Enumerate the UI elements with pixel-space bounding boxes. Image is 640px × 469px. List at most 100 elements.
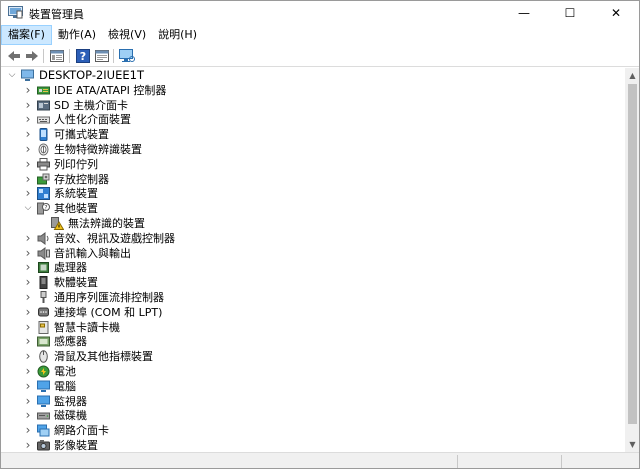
tree-item-label: 影像裝置 (54, 439, 98, 452)
title-bar: 裝置管理員 — ☐ ✕ (1, 1, 639, 25)
tree-root[interactable]: ⌵ DESKTOP-2IUEE1T (1, 68, 601, 83)
back-button[interactable] (5, 48, 23, 64)
tree-item-label: 磁碟機 (54, 409, 87, 422)
close-button[interactable]: ✕ (593, 1, 639, 25)
tree-category[interactable]: › 通用序列匯流排控制器 (1, 290, 601, 305)
tree-category[interactable]: › 電池 (1, 364, 601, 379)
scan-hardware-button[interactable] (118, 48, 136, 64)
chevron-right-icon[interactable]: › (23, 260, 33, 274)
chevron-right-icon[interactable]: › (23, 379, 33, 393)
smartcard-icon (38, 321, 49, 334)
forward-button[interactable] (23, 48, 41, 64)
chevron-right-icon[interactable]: › (23, 157, 33, 171)
biometric-icon (38, 143, 49, 156)
tree-category[interactable]: › 處理器 (1, 260, 601, 275)
chevron-right-icon[interactable]: › (23, 423, 33, 437)
battery-icon (37, 365, 50, 378)
system-device-icon (37, 187, 50, 200)
scroll-thumb[interactable] (628, 84, 637, 424)
chevron-right-icon[interactable]: › (23, 290, 33, 304)
chevron-right-icon[interactable]: › (23, 438, 33, 452)
maximize-button[interactable]: ☐ (547, 1, 593, 25)
chevron-right-icon[interactable]: › (23, 98, 33, 112)
properties-icon (50, 50, 64, 62)
tree-category[interactable]: › 電腦 (1, 379, 601, 394)
chevron-right-icon[interactable]: › (23, 112, 33, 126)
tree-category[interactable]: › 網路介面卡 (1, 423, 601, 438)
tree-category[interactable]: › 生物特徵辨識裝置 (1, 142, 601, 157)
scroll-down-button[interactable]: ▼ (625, 437, 639, 452)
scroll-up-button[interactable]: ▲ (625, 68, 639, 83)
tree-category[interactable]: › 系統裝置 (1, 186, 601, 201)
network-adapter-icon (37, 424, 50, 437)
chevron-right-icon[interactable]: › (23, 349, 33, 363)
device-tree[interactable]: ⌵ DESKTOP-2IUEE1T › IDE ATA/ATAPI 控制器 › SD … (1, 68, 625, 452)
chevron-right-icon[interactable]: › (23, 275, 33, 289)
tree-category[interactable]: › 音訊輸入與輸出 (1, 246, 601, 261)
chevron-right-icon[interactable]: › (23, 364, 33, 378)
chevron-right-icon[interactable]: › (23, 394, 33, 408)
tree-category[interactable]: › 人性化介面裝置 (1, 112, 601, 127)
tree-category[interactable]: › 影像裝置 (1, 438, 601, 452)
tree-category[interactable]: › 感應器 (1, 334, 601, 349)
tree-item-label: 音訊輸入與輸出 (54, 247, 131, 260)
tree-category[interactable]: › 可攜式裝置 (1, 127, 601, 142)
tree-category[interactable]: › 智慧卡讀卡機 (1, 320, 601, 335)
back-icon (8, 51, 20, 61)
svg-text:?: ? (80, 50, 86, 63)
tree-category[interactable]: › 滑鼠及其他指標裝置 (1, 349, 601, 364)
device-manager-app-icon (8, 6, 23, 19)
tree-item-label: IDE ATA/ATAPI 控制器 (54, 84, 167, 97)
tree-category[interactable]: › 存放控制器 (1, 172, 601, 187)
menu-help[interactable]: 說明(H) (152, 25, 203, 45)
device-manager-window: 裝置管理員 — ☐ ✕ 檔案(F) 動作(A) 檢視(V) 說明(H) ? ⌵ … (0, 0, 640, 469)
chevron-right-icon[interactable]: › (23, 172, 33, 186)
tree-category[interactable]: › 音效、視訊及遊戲控制器 (1, 231, 601, 246)
svg-text:?: ? (44, 204, 47, 211)
imaging-device-icon (37, 440, 50, 451)
tree-category[interactable]: › SD 主機介面卡 (1, 98, 601, 113)
chevron-right-icon[interactable]: › (23, 246, 33, 260)
view-icon (95, 50, 109, 62)
printer-icon (37, 158, 50, 171)
tree-device[interactable]: 無法辨識的裝置 (1, 216, 601, 231)
chevron-right-icon[interactable]: › (23, 408, 33, 422)
view-button[interactable] (93, 48, 111, 64)
chevron-right-icon[interactable]: › (23, 231, 33, 245)
chevron-right-icon[interactable]: › (23, 305, 33, 319)
ide-controller-icon (37, 86, 50, 95)
toolbar-separator (43, 49, 44, 63)
mouse-icon (39, 350, 48, 363)
minimize-button[interactable]: — (501, 1, 547, 25)
tree-category[interactable]: › 軟體裝置 (1, 275, 601, 290)
menu-view[interactable]: 檢視(V) (102, 25, 152, 45)
vertical-scrollbar[interactable]: ▲ ▼ (625, 68, 639, 452)
window-title: 裝置管理員 (29, 8, 84, 21)
chevron-right-icon[interactable]: › (23, 83, 33, 97)
usb-icon (40, 291, 47, 303)
chevron-right-icon[interactable]: › (23, 142, 33, 156)
chevron-right-icon[interactable]: › (23, 127, 33, 141)
menu-action[interactable]: 動作(A) (52, 25, 102, 45)
tree-category[interactable]: › 連接埠 (COM 和 LPT) (1, 305, 601, 320)
tree-item-label: SD 主機介面卡 (54, 99, 128, 112)
chevron-right-icon[interactable]: › (23, 320, 33, 334)
tree-category[interactable]: › 列印佇列 (1, 157, 601, 172)
tree-item-label: 智慧卡讀卡機 (54, 321, 120, 334)
menu-file[interactable]: 檔案(F) (1, 25, 52, 45)
tree-category[interactable]: › 監視器 (1, 394, 601, 409)
tree-item-label: 電腦 (54, 380, 76, 393)
tree-item-label: 網路介面卡 (54, 424, 109, 437)
help-button[interactable]: ? (74, 48, 92, 64)
chevron-right-icon[interactable]: › (23, 186, 33, 200)
chevron-right-icon[interactable]: › (23, 334, 33, 348)
tree-category[interactable]: ⌵? 其他裝置 (1, 201, 601, 216)
chevron-down-icon[interactable]: ⌵ (7, 70, 17, 80)
chevron-down-icon[interactable]: ⌵ (23, 203, 33, 213)
tree-category[interactable]: › 磁碟機 (1, 408, 601, 423)
tree-category[interactable]: › IDE ATA/ATAPI 控制器 (1, 83, 601, 98)
monitor-scan-icon (119, 49, 135, 62)
properties-button[interactable] (48, 48, 66, 64)
tree-item-label: 系統裝置 (54, 187, 98, 200)
disk-drive-icon (37, 412, 50, 420)
